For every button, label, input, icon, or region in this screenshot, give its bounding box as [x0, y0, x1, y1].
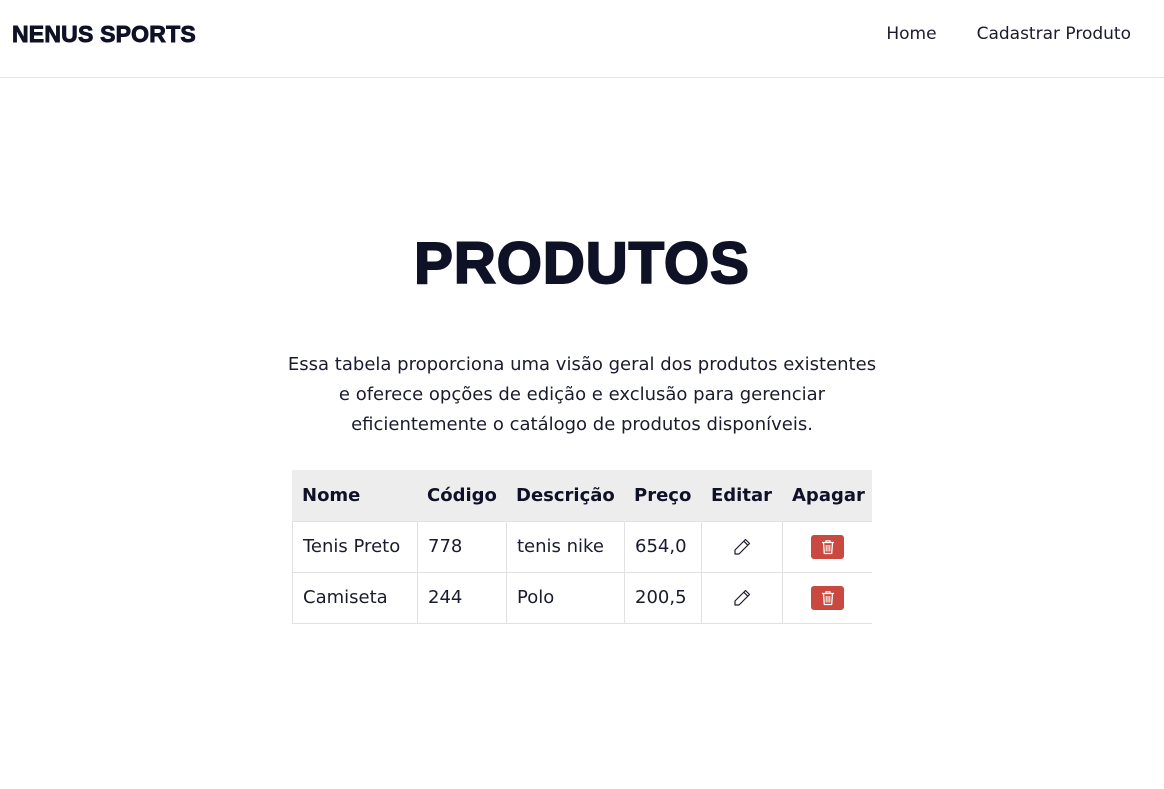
nav-link-home[interactable]: Home [886, 21, 936, 47]
nav-links: Home Cadastrar Produto [886, 21, 1131, 47]
edit-button[interactable] [732, 588, 752, 608]
cell-descricao: Polo [506, 571, 625, 624]
page-description: Essa tabela proporciona uma visão geral … [287, 354, 877, 435]
delete-button[interactable] [811, 585, 845, 610]
column-header-descricao: Descrição [506, 470, 625, 521]
table-row: Camiseta 244 Polo 200,5 [292, 571, 872, 624]
edit-button[interactable] [732, 537, 752, 557]
cell-apagar [782, 520, 872, 573]
pencil-icon [734, 589, 751, 606]
cell-nome: Camiseta [292, 571, 418, 624]
nav-link-cadastrar-produto[interactable]: Cadastrar Produto [977, 21, 1131, 47]
cell-codigo: 778 [417, 520, 507, 573]
cell-editar [701, 571, 783, 624]
products-table: Nome Código Descrição Preço Editar Apaga… [292, 470, 872, 624]
cell-editar [701, 520, 783, 573]
cell-codigo: 244 [417, 571, 507, 624]
table-row: Tenis Preto 778 tenis nike 654,0 [292, 520, 872, 573]
trash-icon [821, 539, 834, 554]
cell-preco: 200,5 [624, 571, 702, 624]
column-header-codigo: Código [417, 470, 507, 521]
column-header-apagar: Apagar [782, 470, 872, 521]
table-header-row: Nome Código Descrição Preço Editar Apaga… [292, 470, 872, 521]
cell-nome: Tenis Preto [292, 520, 418, 573]
products-table-wrapper: Nome Código Descrição Preço Editar Apaga… [292, 470, 872, 624]
trash-icon [821, 590, 834, 605]
column-header-nome: Nome [292, 470, 418, 521]
delete-button[interactable] [811, 534, 845, 559]
cell-descricao: tenis nike [506, 520, 625, 573]
pencil-icon [734, 538, 751, 555]
column-header-editar: Editar [701, 470, 783, 521]
page-title: PRODUTOS [413, 230, 750, 297]
cell-preco: 654,0 [624, 520, 702, 573]
cell-apagar [782, 571, 872, 624]
column-header-preco: Preço [624, 470, 702, 521]
navbar: NENUS SPORTS Home Cadastrar Produto [0, 0, 1164, 78]
brand-logo[interactable]: NENUS SPORTS [12, 19, 197, 49]
